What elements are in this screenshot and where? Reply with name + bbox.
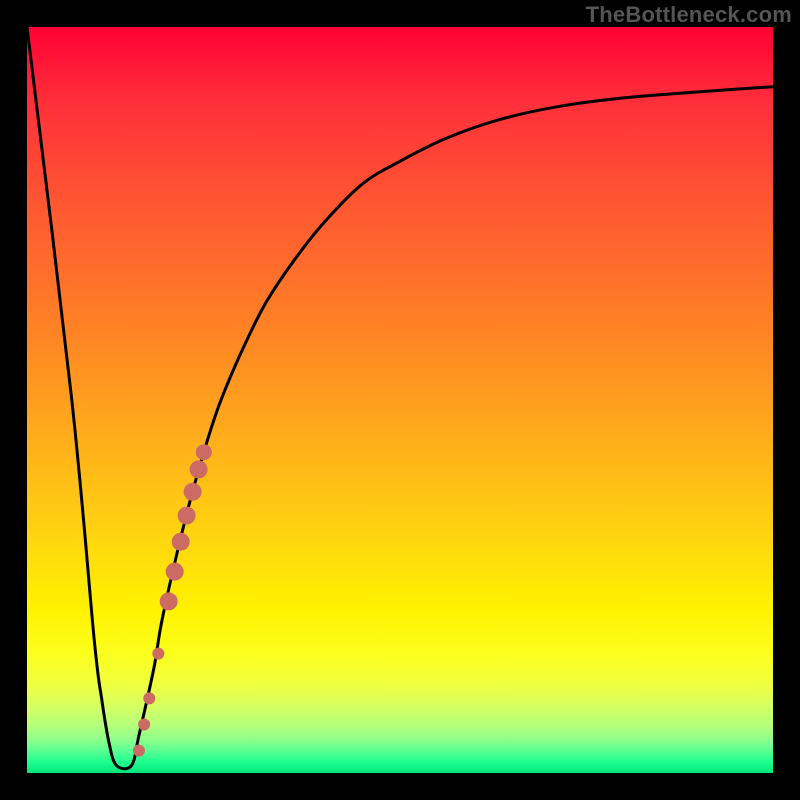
- chart-frame: TheBottleneck.com: [0, 0, 800, 800]
- marker-dot: [138, 719, 150, 731]
- marker-dot: [166, 563, 184, 581]
- bottleneck-curve: [27, 27, 773, 769]
- marker-dot: [133, 745, 145, 757]
- watermark-text: TheBottleneck.com: [586, 2, 792, 28]
- marker-dot: [190, 460, 208, 478]
- marker-dot: [178, 507, 196, 525]
- marker-dot: [196, 444, 212, 460]
- marker-dot: [172, 533, 190, 551]
- marker-dot: [184, 483, 202, 501]
- marker-dot: [143, 692, 155, 704]
- plot-area: [27, 27, 773, 773]
- marker-dot: [152, 648, 164, 660]
- curve-svg: [27, 27, 773, 773]
- marker-dot: [160, 592, 178, 610]
